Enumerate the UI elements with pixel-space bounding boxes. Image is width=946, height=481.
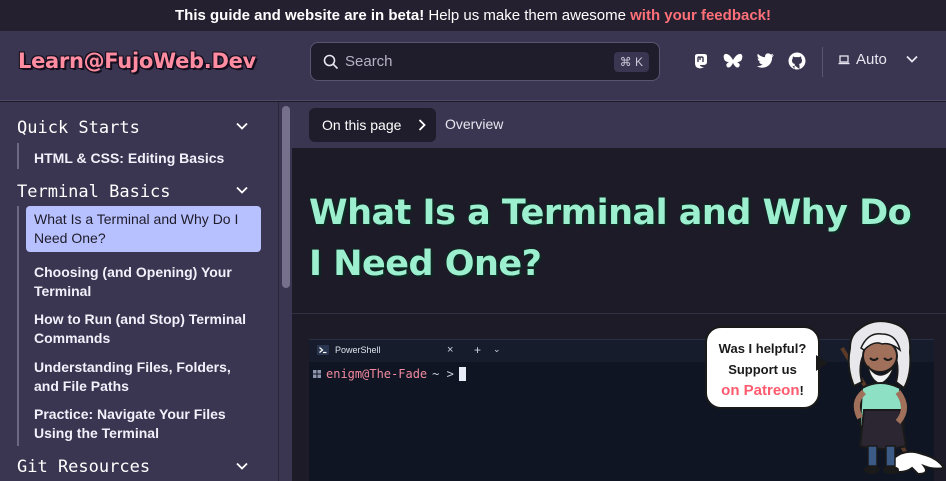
sidebar-item-choosing-terminal[interactable]: Choosing (and Opening) Your Terminal: [26, 259, 261, 305]
sidebar-item-what-is-terminal[interactable]: What Is a Terminal and Why Do I Need One…: [26, 206, 261, 252]
sidebar-item-files-folders[interactable]: Understanding Files, Folders, and File P…: [26, 354, 261, 400]
search-placeholder: Search: [345, 53, 393, 70]
patreon-line-2: Support us: [728, 362, 797, 377]
terminal-prompt: enigm@The-Fade ~ >: [313, 367, 466, 381]
sidebar-section-terminal-basics[interactable]: Terminal Basics: [17, 182, 171, 202]
patreon-bang: !: [799, 383, 804, 398]
prompt-user: enigm@The-Fade: [326, 367, 428, 381]
close-icon: ×: [447, 344, 454, 356]
beta-banner: This guide and website are in beta! Help…: [0, 0, 946, 31]
chevron-down-icon[interactable]: [236, 462, 248, 470]
section-rail: [17, 206, 19, 446]
theme-select[interactable]: Auto: [838, 51, 887, 68]
patreon-bubble[interactable]: Was I helpful? Support us on Patreon!: [705, 326, 820, 409]
sidebar-section-git-resources[interactable]: Git Resources: [17, 457, 150, 477]
search-icon: [323, 54, 339, 70]
plus-icon: +: [474, 343, 482, 357]
prompt-path: ~ >: [432, 367, 454, 381]
scrollbar-thumb[interactable]: [282, 106, 290, 288]
search-shortcut: ⌘ K: [613, 52, 649, 72]
banner-bold-text: This guide and website are in beta!: [175, 7, 425, 24]
sidebar-scrollbar[interactable]: [278, 102, 292, 481]
divider: [292, 313, 946, 314]
search-input[interactable]: Search ⌘ K: [310, 42, 660, 81]
section-rail: [17, 143, 19, 169]
feedback-link[interactable]: with your feedback!: [630, 7, 771, 24]
sidebar-section-quick-starts[interactable]: Quick Starts: [17, 118, 140, 138]
patreon-line-1: Was I helpful?: [718, 341, 807, 356]
site-header: Learn@FujoWeb.Dev Search ⌘ K Auto: [0, 31, 946, 101]
chevron-down-icon[interactable]: [236, 186, 248, 194]
terminal-tab: PowerShell: [317, 345, 381, 355]
on-this-page-label: On this page: [322, 117, 402, 133]
on-this-page-button[interactable]: On this page: [309, 108, 436, 142]
page-title: What Is a Terminal and Why Do I Need One…: [309, 193, 912, 284]
powershell-icon: [317, 345, 329, 355]
sidebar-item-html-css[interactable]: HTML & CSS: Editing Basics: [26, 145, 261, 172]
terminal-cursor: [458, 367, 466, 381]
mastodon-icon[interactable]: [690, 50, 712, 72]
mascot-image[interactable]: [834, 318, 946, 481]
theme-label: Auto: [856, 51, 887, 68]
windows-icon: [313, 370, 321, 378]
sidebar-item-run-commands[interactable]: How to Run (and Stop) Terminal Commands: [26, 306, 261, 352]
laptop-icon: [838, 54, 850, 64]
chevron-down-icon: ⌄: [493, 344, 501, 354]
chevron-right-icon: [418, 119, 426, 131]
terminal-tab-label: PowerShell: [335, 345, 381, 355]
chevron-down-icon[interactable]: [236, 122, 248, 130]
bubble-tail: [816, 355, 828, 371]
sidebar-item-practice-navigate[interactable]: Practice: Navigate Your Files Using the …: [26, 401, 261, 447]
github-icon[interactable]: [786, 50, 808, 72]
header-divider: [822, 47, 823, 77]
sidebar-nav: Quick Starts HTML & CSS: Editing Basics …: [0, 102, 278, 481]
twitter-icon[interactable]: [754, 50, 776, 72]
toc-current-section: Overview: [445, 116, 504, 132]
chevron-down-icon[interactable]: [906, 55, 918, 63]
banner-text: Help us make them awesome: [424, 7, 631, 24]
site-logo[interactable]: Learn@FujoWeb.Dev: [18, 49, 256, 73]
toc-bar: On this page Overview: [292, 102, 946, 148]
patreon-link[interactable]: on Patreon: [721, 382, 799, 399]
bluesky-icon[interactable]: [722, 50, 744, 72]
